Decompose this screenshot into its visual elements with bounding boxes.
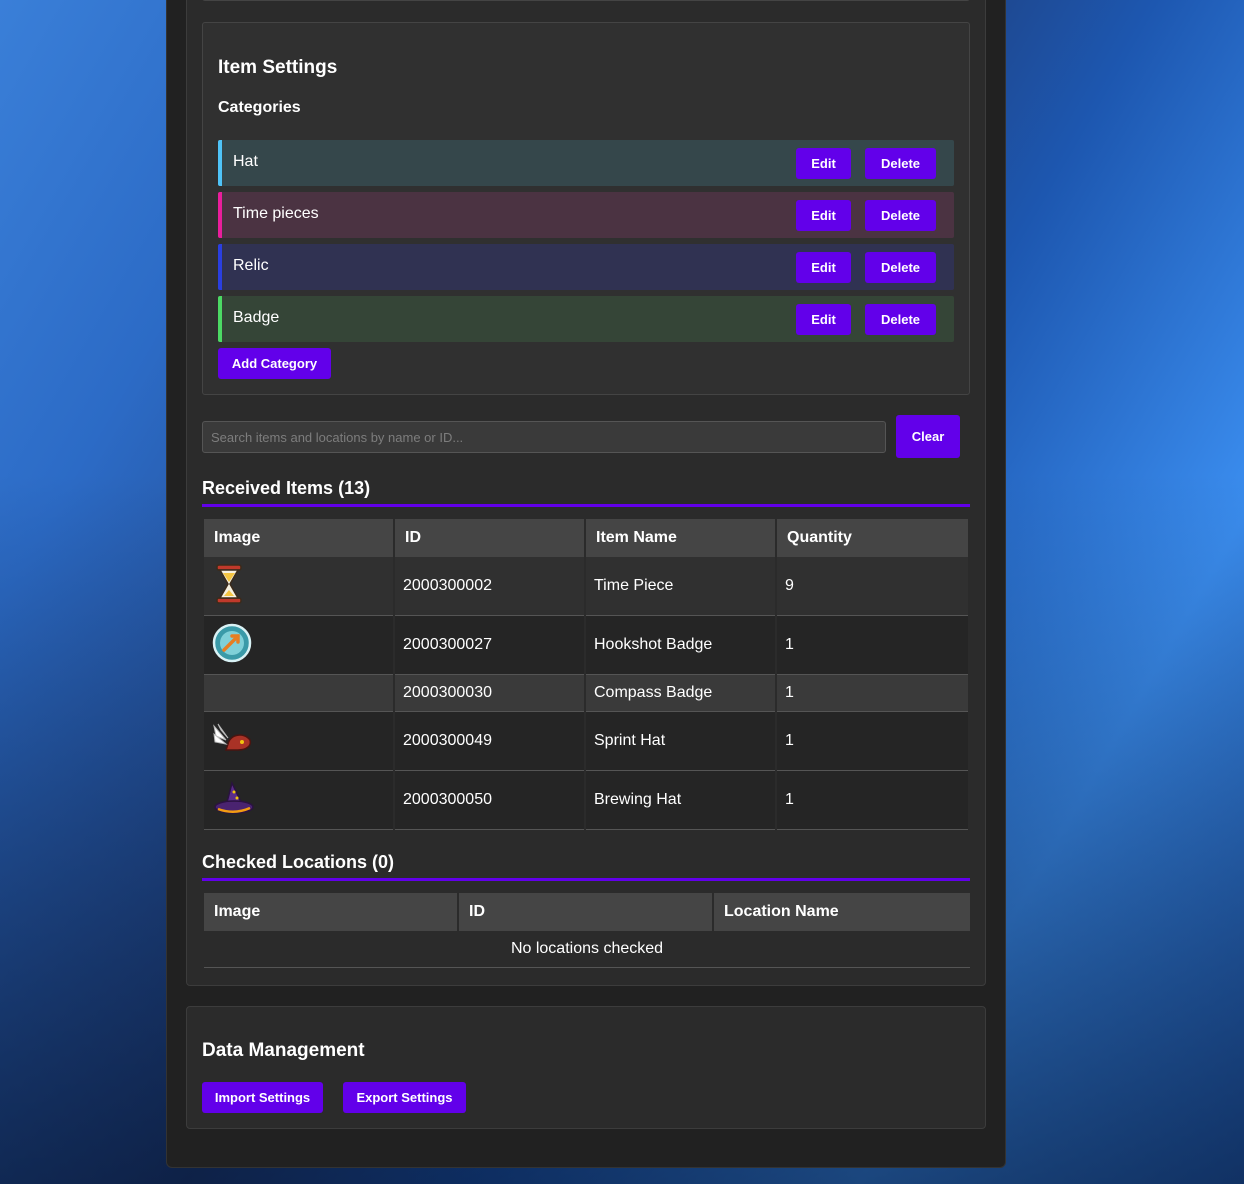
category-name: Hat [233,153,258,170]
column-header-image[interactable]: Image [204,893,457,931]
export-settings-button[interactable]: Export Settings [343,1082,466,1113]
edit-category-button[interactable]: Edit [796,252,851,283]
empty-state-message: No locations checked [204,931,970,968]
hookshot-badge-icon [212,623,252,662]
category-row: Hat Edit Delete [218,140,954,186]
delete-category-button[interactable]: Delete [865,252,936,283]
edit-category-button[interactable]: Edit [796,148,851,179]
import-settings-button[interactable]: Import Settings [202,1082,323,1113]
category-row: Time pieces Edit Delete [218,192,954,238]
category-row: Relic Edit Delete [218,244,954,290]
column-header-location-name[interactable]: Location Name [714,893,970,931]
categories-title: Categories [218,99,301,116]
table-row[interactable]: 2000300002 Time Piece 9 [204,557,968,616]
item-image-cell [204,557,393,616]
checked-locations-table: Image ID Location Name No locations chec… [202,893,972,968]
received-items-table: Image ID Item Name Quantity 2000300002 T… [202,519,970,830]
checked-locations-divider [202,878,970,881]
brewing-hat-icon [214,780,254,814]
delete-category-button[interactable]: Delete [865,304,936,335]
column-header-id[interactable]: ID [395,519,584,557]
item-image-cell [204,675,393,712]
item-id-cell: 2000300049 [395,712,584,771]
column-header-item-name[interactable]: Item Name [586,519,775,557]
received-items-divider [202,504,970,507]
column-header-id[interactable]: ID [459,893,712,931]
item-id-cell: 2000300030 [395,675,584,712]
clear-button[interactable]: Clear [896,415,960,458]
sprint-hat-icon [213,723,252,751]
table-row[interactable]: 2000300027 Hookshot Badge 1 [204,616,968,675]
item-quantity-cell: 1 [777,675,968,712]
item-image-cell [204,616,393,675]
category-name: Time pieces [233,205,319,222]
item-id-cell: 2000300050 [395,771,584,830]
category-name: Badge [233,309,280,326]
received-items-title: Received Items (13) [202,478,371,498]
table-row[interactable]: 2000300050 Brewing Hat 1 [204,771,968,830]
edit-category-button[interactable]: Edit [796,200,851,231]
checked-locations-title: Checked Locations (0) [202,852,395,872]
previous-card [202,0,970,1]
item-id-cell: 2000300002 [395,557,584,616]
search-input[interactable] [202,421,886,453]
edit-category-button[interactable]: Edit [796,304,851,335]
item-quantity-cell: 1 [777,616,968,675]
item-quantity-cell: 1 [777,771,968,830]
item-name-cell: Brewing Hat [586,771,775,830]
table-row[interactable]: 2000300030 Compass Badge 1 [204,675,968,712]
item-name-cell: Hookshot Badge [586,616,775,675]
column-header-image[interactable]: Image [204,519,393,557]
column-header-quantity[interactable]: Quantity [777,519,968,557]
add-category-button[interactable]: Add Category [218,348,331,379]
category-row: Badge Edit Delete [218,296,954,342]
item-settings-title: Item Settings [218,57,338,78]
delete-category-button[interactable]: Delete [865,148,936,179]
table-row: No locations checked [204,931,970,968]
item-name-cell: Sprint Hat [586,712,775,771]
item-id-cell: 2000300027 [395,616,584,675]
item-quantity-cell: 9 [777,557,968,616]
item-name-cell: Time Piece [586,557,775,616]
item-name-cell: Compass Badge [586,675,775,712]
hourglass-icon [216,563,242,604]
table-row[interactable]: 2000300049 Sprint Hat 1 [204,712,968,771]
category-name: Relic [233,257,269,274]
delete-category-button[interactable]: Delete [865,200,936,231]
item-quantity-cell: 1 [777,712,968,771]
data-management-title: Data Management [202,1040,365,1061]
item-image-cell [204,771,393,830]
item-image-cell [204,712,393,771]
